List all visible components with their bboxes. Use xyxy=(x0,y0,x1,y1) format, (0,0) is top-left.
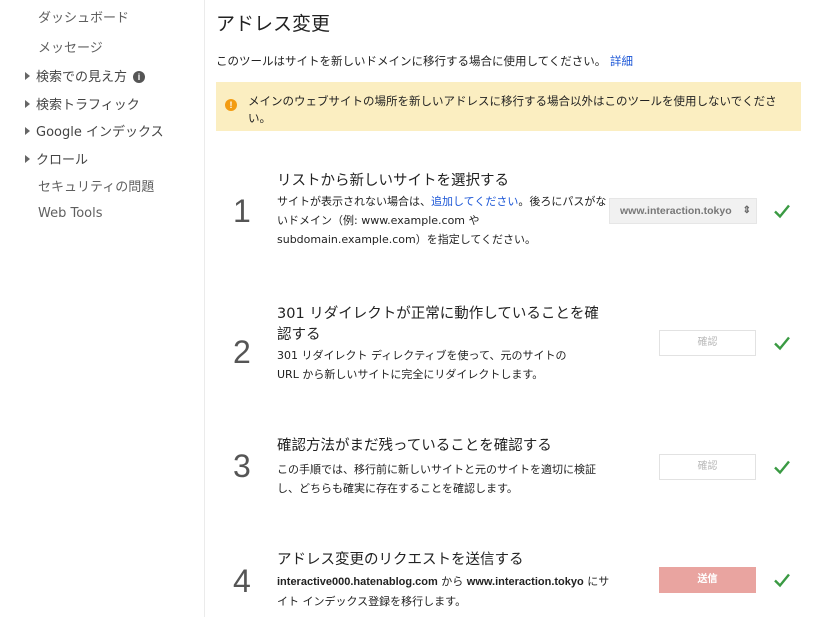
info-icon[interactable]: i xyxy=(133,71,146,83)
verify-methods-button[interactable]: 確認 xyxy=(659,454,756,480)
warning-icon: ! xyxy=(225,99,237,111)
sidebar-item-google-index[interactable]: Google インデックス xyxy=(25,121,164,140)
warning-text: メインのウェブサイトの場所を新しいアドレスに移行する場合以外はこのツールを使用し… xyxy=(248,94,777,125)
sidebar: ダッシュボード メッセージ 検索での見え方 i 検索トラフィック Google イ… xyxy=(0,0,205,617)
step-number: 3 xyxy=(233,448,251,484)
step-description: 301 リダイレクト ディレクティブを使って、元のサイトの URL から新しいサ… xyxy=(277,349,567,381)
checkmark-icon xyxy=(773,459,791,475)
expand-arrow-icon xyxy=(25,127,30,135)
checkmark-icon xyxy=(773,203,791,219)
intro-text: このツールはサイトを新しいドメインに移行する場合に使用してください。 詳細 xyxy=(216,53,633,69)
warning-banner: ! メインのウェブサイトの場所を新しいアドレスに移行する場合以外はこのツールを使… xyxy=(216,82,801,131)
sidebar-item-label: 検索での見え方 xyxy=(36,70,128,85)
step-desc-text: から xyxy=(437,575,467,588)
intro-label: このツールはサイトを新しいドメインに移行する場合に使用してください。 xyxy=(216,54,607,68)
sidebar-item-label: Google インデックス xyxy=(36,125,164,140)
step-number: 2 xyxy=(233,334,251,370)
sidebar-item-messages[interactable]: メッセージ xyxy=(38,37,103,56)
step-description: サイトが表示されない場合は、追加してください。後ろにパスがないドメイン（例: w… xyxy=(277,192,612,249)
select-arrows-icon: ⇕ xyxy=(742,205,751,216)
learn-more-link[interactable]: 詳細 xyxy=(610,54,633,68)
expand-arrow-icon xyxy=(25,155,30,163)
verify-redirect-button[interactable]: 確認 xyxy=(659,330,756,356)
sidebar-item-label: 検索トラフィック xyxy=(36,98,140,113)
step-description: interactive000.hatenablog.com から www.int… xyxy=(277,572,612,611)
checkmark-icon xyxy=(773,335,791,351)
expand-arrow-icon xyxy=(25,100,30,108)
checkmark-icon xyxy=(773,572,791,588)
step-number: 4 xyxy=(233,563,251,599)
sidebar-item-label: クロール xyxy=(36,153,89,168)
new-domain: www.interaction.tokyo xyxy=(466,576,584,588)
step-description: この手順では、移行前に新しいサイトと元のサイトを適切に検証し、どちらも確実に存在… xyxy=(277,463,596,495)
old-domain: interactive000.hatenablog.com xyxy=(277,576,438,588)
sidebar-item-search-traffic[interactable]: 検索トラフィック xyxy=(25,94,140,113)
step-title: 301 リダイレクトが正常に動作していることを確認する xyxy=(277,306,599,343)
step-title: リストから新しいサイトを選択する xyxy=(277,173,509,189)
add-site-link[interactable]: 追加してください xyxy=(431,195,518,208)
step-desc-text: サイトが表示されない場合は、 xyxy=(277,195,431,208)
page-title: アドレス変更 xyxy=(216,13,331,35)
sidebar-item-security-issues[interactable]: セキュリティの問題 xyxy=(38,176,154,195)
step-number: 1 xyxy=(233,193,251,229)
sidebar-item-dashboard[interactable]: ダッシュボード xyxy=(38,7,129,26)
site-select[interactable]: www.interaction.tokyo ⇕ xyxy=(609,198,757,224)
sidebar-item-crawl[interactable]: クロール xyxy=(25,149,88,168)
site-select-value: www.interaction.tokyo xyxy=(620,205,732,217)
sidebar-item-web-tools[interactable]: Web Tools xyxy=(38,206,103,221)
expand-arrow-icon xyxy=(25,72,30,80)
send-button[interactable]: 送信 xyxy=(659,567,756,593)
sidebar-item-search-appearance[interactable]: 検索での見え方 i xyxy=(25,66,146,85)
step-title: 確認方法がまだ残っていることを確認する xyxy=(277,438,552,454)
step-title: アドレス変更のリクエストを送信する xyxy=(277,552,524,568)
